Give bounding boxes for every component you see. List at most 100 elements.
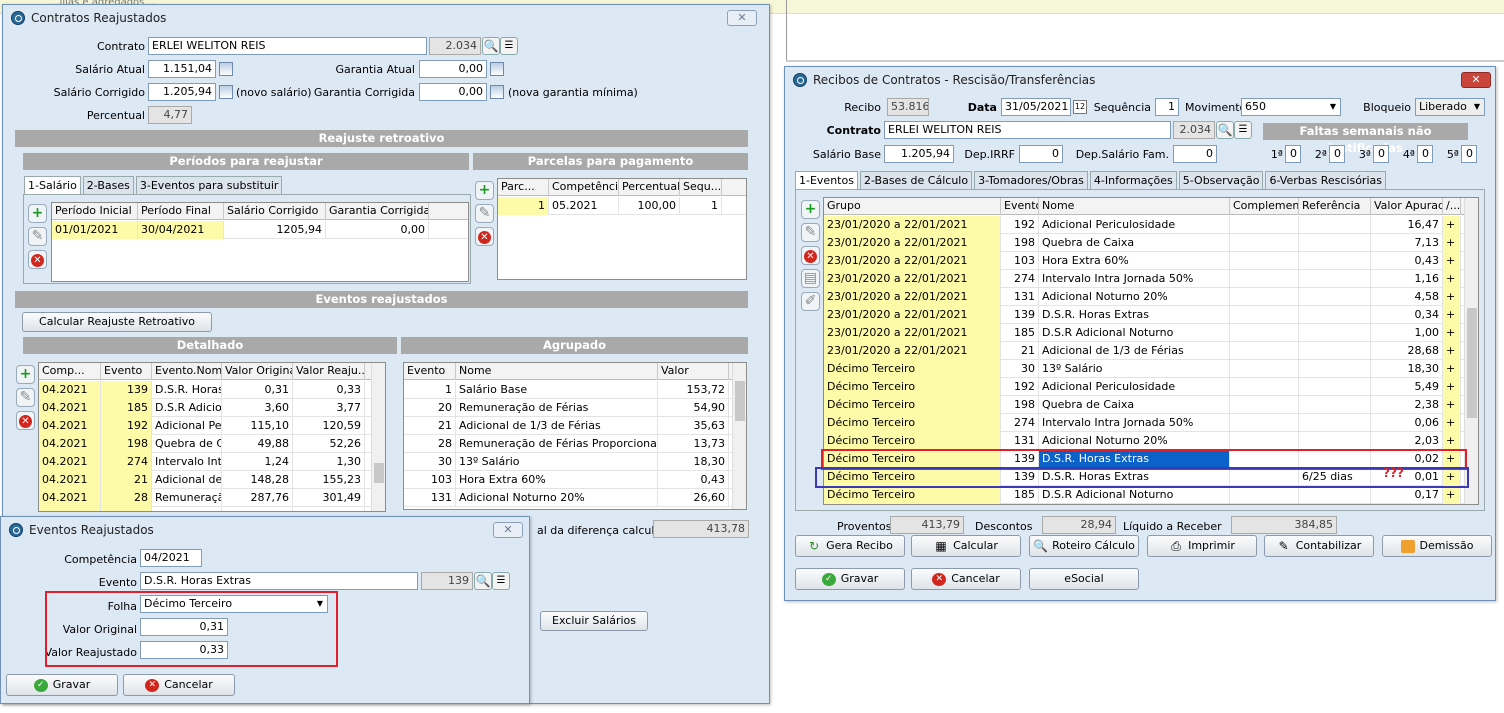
list-icon[interactable]: ☰ xyxy=(492,572,510,590)
table-row[interactable]: 04.2021131Adicional Not24,2125,45 xyxy=(39,507,385,511)
table-row[interactable]: 23/01/2020 a 22/01/2021 274 Intervalo Intr… xyxy=(824,270,1478,288)
falta-field[interactable]: 0 xyxy=(1285,145,1301,163)
table-row[interactable]: 04.2021198Quebra de Cai49,8852,26 xyxy=(39,435,385,453)
garantia-corrigida-field[interactable]: 0,00 xyxy=(419,83,487,101)
delete-icon[interactable]: ✕ xyxy=(28,250,47,269)
parcelas-grid[interactable]: Parc... Competência Percentual Sequ... 1… xyxy=(497,178,747,280)
contrato-name-field[interactable]: ERLEI WELITON REIS xyxy=(884,121,1171,139)
scrollbar[interactable] xyxy=(371,363,385,511)
detalhado-grid[interactable]: Comp... Evento Evento.Nome Valor Origina… xyxy=(38,362,386,512)
col-periodo-inicial[interactable]: Período Inicial xyxy=(52,203,138,220)
bloqueio-select[interactable]: Liberado ▼ xyxy=(1415,98,1485,116)
col-competencia[interactable]: Comp... xyxy=(39,363,101,380)
col-garantia-corrigida[interactable]: Garantia Corrigida xyxy=(326,203,429,220)
tab-informacoes[interactable]: 4-Informações xyxy=(1089,171,1177,189)
calcular-reajuste-button[interactable]: Calcular Reajuste Retroativo xyxy=(22,312,212,332)
scrollbar[interactable] xyxy=(732,363,746,509)
table-row[interactable]: 23/01/2020 a 22/01/2021 185 D.S.R Adiciona… xyxy=(824,324,1478,342)
dep-salario-field[interactable]: 0 xyxy=(1173,145,1217,163)
col-evento-nome[interactable]: Evento.Nome xyxy=(152,363,222,380)
tab-bases[interactable]: 2-Bases xyxy=(82,176,134,194)
table-row[interactable]: Décimo Terceiro 185 D.S.R Adicional Noturn… xyxy=(824,486,1478,504)
col-competencia[interactable]: Competência xyxy=(549,179,619,196)
edit-table-icon[interactable]: ✐ xyxy=(801,292,820,311)
search-icon[interactable]: 🔍 xyxy=(474,572,492,590)
add-icon[interactable]: + xyxy=(28,204,47,223)
edit-icon[interactable]: ✎ xyxy=(801,223,820,242)
salario-base-field[interactable]: 1.205,94 xyxy=(884,145,954,163)
edit-icon[interactable]: ✎ xyxy=(16,388,35,407)
table-row[interactable]: Décimo Terceiro 192 Adicional Periculosida… xyxy=(824,378,1478,396)
col-referencia[interactable]: Referência xyxy=(1299,198,1371,215)
table-row[interactable]: 103 Hora Extra 60% 0,43 xyxy=(404,471,746,489)
col-valor-apurado[interactable]: Valor Apurado xyxy=(1371,198,1443,215)
table-row[interactable]: 21 Adicional de 1/3 de Férias 35,63 xyxy=(404,417,746,435)
tab-observacao[interactable]: 5-Observação xyxy=(1178,171,1264,189)
falta-field[interactable]: 0 xyxy=(1417,145,1433,163)
list-icon[interactable]: ☰ xyxy=(1234,121,1252,139)
competencia-field[interactable]: 04/2021 xyxy=(140,549,202,567)
col-salario-corrigido[interactable]: Salário Corrigido xyxy=(224,203,326,220)
col-parcela[interactable]: Parc... xyxy=(498,179,549,196)
table-row[interactable]: 131 Adicional Noturno 20% 26,60 xyxy=(404,489,746,507)
contrato-name-field[interactable]: ERLEI WELITON REIS xyxy=(148,37,427,55)
col-valor-original[interactable]: Valor Original xyxy=(222,363,293,380)
table-row[interactable]: 23/01/2020 a 22/01/2021 139 D.S.R. Horas E… xyxy=(824,306,1478,324)
table-row[interactable]: 23/01/2020 a 22/01/2021 131 Adicional Notu… xyxy=(824,288,1478,306)
calcular-button[interactable]: ▦ Calcular xyxy=(911,535,1021,557)
list-icon[interactable]: ☰ xyxy=(500,37,518,55)
data-field[interactable]: 31/05/2021 xyxy=(1001,98,1071,116)
table-row[interactable]: Décimo Terceiro 198 Quebra de Caixa 2,38 + xyxy=(824,396,1478,414)
col-extra[interactable]: /... xyxy=(1443,198,1461,215)
tab-eventos-substituir[interactable]: 3-Eventos para substituir xyxy=(135,176,283,194)
table-icon[interactable]: ▤ xyxy=(801,269,820,288)
delete-icon[interactable]: ✕ xyxy=(801,246,820,265)
col-sequencia[interactable]: Sequ... xyxy=(680,179,722,196)
excluir-salarios-button[interactable]: Excluir Salários xyxy=(540,611,648,631)
tab-tomadores[interactable]: 3-Tomadores/Obras xyxy=(974,171,1088,189)
col-percentual[interactable]: Percentual xyxy=(619,179,680,196)
periodos-grid[interactable]: Período Inicial Período Final Salário Co… xyxy=(51,202,469,282)
chevron-down-icon[interactable]: ▼ xyxy=(1474,99,1480,115)
esocial-button[interactable]: eSocial xyxy=(1029,568,1139,590)
close-icon[interactable]: ✕ xyxy=(493,522,523,538)
agrupado-grid[interactable]: Evento Nome Valor 1 Salário Base 153,72 20 R… xyxy=(403,362,747,510)
delete-icon[interactable]: ✕ xyxy=(16,411,35,430)
table-row[interactable]: 04.2021139D.S.R. Horas E0,310,33 xyxy=(39,381,385,399)
salario-corrigido-field[interactable]: 1.205,94 xyxy=(148,83,216,101)
table-row[interactable]: 04.2021185D.S.R Adicional3,603,77 xyxy=(39,399,385,417)
evento-name-field[interactable]: D.S.R. Horas Extras xyxy=(140,572,418,590)
search-icon[interactable]: 🔍 xyxy=(1216,121,1234,139)
add-icon[interactable]: + xyxy=(475,181,494,200)
table-row[interactable]: 23/01/2020 a 22/01/2021 198 Quebra de Caix… xyxy=(824,234,1478,252)
close-icon[interactable]: ✕ xyxy=(727,10,757,26)
tab-bases-calculo[interactable]: 2-Bases de Cálculo xyxy=(859,171,973,189)
salario-atual-field[interactable]: 1.151,04 xyxy=(148,60,216,78)
table-row[interactable]: 04.2021274Intervalo Intra1,241,30 xyxy=(39,453,385,471)
col-evento[interactable]: Evento xyxy=(404,363,456,380)
delete-icon[interactable]: ✕ xyxy=(475,227,494,246)
garantia-atual-field[interactable]: 0,00 xyxy=(419,60,487,78)
table-row[interactable]: 04.2021192Adicional Peric115,10120,59 xyxy=(39,417,385,435)
col-valor-reajustado[interactable]: Valor Reaju... xyxy=(293,363,365,380)
cancelar-button[interactable]: ✕ Cancelar xyxy=(123,674,235,696)
calculator-icon[interactable] xyxy=(219,85,233,99)
col-evento[interactable]: Evento xyxy=(1001,198,1039,215)
table-row[interactable]: 01/01/2021 30/04/2021 1205,94 0,00 xyxy=(52,221,468,239)
dep-irrf-field[interactable]: 0 xyxy=(1019,145,1063,163)
col-nome[interactable]: Nome xyxy=(456,363,658,380)
table-row[interactable]: 30 13º Salário 18,30 xyxy=(404,453,746,471)
movimento-select[interactable]: 650 ▼ xyxy=(1241,98,1341,116)
tab-verbas[interactable]: 6-Verbas Rescisórias xyxy=(1265,171,1386,189)
contabilizar-button[interactable]: ✎ Contabilizar xyxy=(1264,535,1374,557)
gravar-button[interactable]: ✓ Gravar xyxy=(6,674,118,696)
table-row[interactable]: 04.202128Remuneração287,76301,49 xyxy=(39,489,385,507)
calculator-icon[interactable] xyxy=(490,62,504,76)
gravar-button[interactable]: ✓ Gravar xyxy=(795,568,905,590)
tab-salario[interactable]: 1-Salário xyxy=(24,176,81,195)
falta-field[interactable]: 0 xyxy=(1461,145,1477,163)
table-row[interactable]: Décimo Terceiro 274 Intervalo Intra Jornad… xyxy=(824,414,1478,432)
roteiro-calculo-button[interactable]: 🔍 Roteiro Cálculo xyxy=(1029,535,1139,557)
col-valor[interactable]: Valor xyxy=(658,363,729,380)
tab-eventos[interactable]: 1-Eventos xyxy=(795,171,858,190)
